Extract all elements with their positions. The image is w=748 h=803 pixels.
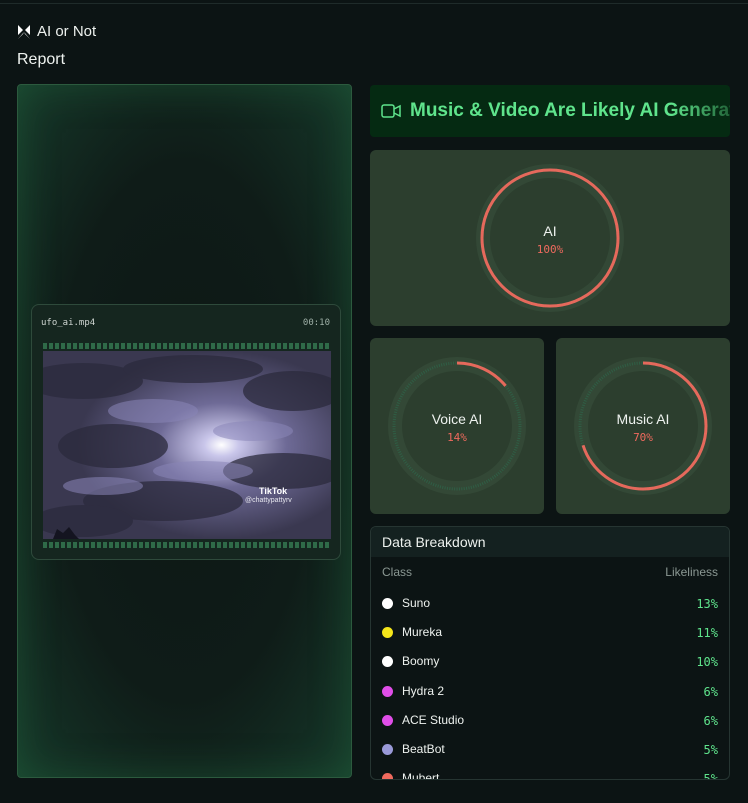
- breakdown-rows: Suno 13% Mureka 11% Boomy 10% Hydra 2 6% ACE Stu…: [371, 587, 729, 780]
- music-ai-gauge-label: Music AI: [616, 411, 670, 427]
- tiktok-watermark-logo: TikTok: [259, 486, 288, 496]
- table-row: ACE Studio 6%: [371, 704, 729, 733]
- class-name: Suno: [402, 596, 431, 610]
- video-duration: 00:10: [302, 318, 330, 328]
- breakdown-title: Data Breakdown: [371, 527, 729, 557]
- breakdown-column-headers: Class Likeliness: [371, 557, 729, 587]
- class-name: Mubert: [402, 771, 440, 780]
- class-likeliness: 6%: [703, 713, 718, 728]
- cloudy-sky-image: [43, 351, 331, 539]
- class-color-dot: [382, 714, 393, 726]
- column-class: Class: [382, 565, 413, 579]
- video-camera-icon: [381, 104, 401, 118]
- music-ai-gauge-value: 70%: [633, 431, 653, 444]
- ai-gauge-value: 100%: [536, 243, 564, 256]
- class-name: BeatBot: [402, 741, 445, 756]
- class-name: Mureka: [402, 625, 443, 640]
- media-preview-panel: ufo_ai.mp4 00:10 TikTok @chattypattyrv: [17, 84, 352, 778]
- ai-gauge-label: AI: [543, 223, 557, 239]
- verdict-text: Music & Video Are Likely AI Generated: [410, 100, 730, 121]
- column-likeliness: Likeliness: [665, 565, 718, 579]
- data-breakdown-table[interactable]: Data Breakdown Class Likeliness Suno 13% M…: [370, 526, 730, 780]
- class-likeliness: 5%: [703, 772, 718, 780]
- page-title: Report: [17, 51, 66, 68]
- class-likeliness: 6%: [703, 684, 718, 699]
- voice-ai-score-card: Voice AI 14%: [370, 338, 544, 514]
- table-row: Boomy 10%: [371, 645, 729, 674]
- video-card[interactable]: ufo_ai.mp4 00:10 TikTok @chattypattyrv: [31, 304, 341, 560]
- table-row: Hydra 2 6%: [371, 675, 729, 704]
- class-likeliness: 10%: [696, 655, 718, 670]
- voice-ai-gauge-value: 14%: [447, 431, 467, 444]
- class-name: Hydra 2: [402, 683, 445, 698]
- table-row: Mubert 5%: [371, 762, 729, 780]
- ai-score-card: AI 100%: [370, 150, 730, 326]
- top-divider: [0, 3, 748, 4]
- table-row: Suno 13%: [371, 587, 729, 616]
- class-color-dot: [382, 685, 393, 697]
- brand-name: AI or Not: [37, 23, 97, 40]
- music-ai-score-card: Music AI 70%: [556, 338, 730, 514]
- class-likeliness: 13%: [696, 597, 718, 611]
- class-color-dot: [382, 627, 393, 639]
- class-color-dot: [382, 743, 393, 755]
- ai-or-not-logo-icon: [18, 24, 30, 39]
- film-strip-top: [43, 343, 331, 349]
- class-likeliness: 5%: [703, 742, 718, 757]
- tiktok-watermark-handle: @chattypattyrv: [245, 497, 292, 504]
- class-name: ACE Studio: [402, 712, 465, 727]
- voice-ai-gauge-label: Voice AI: [431, 411, 483, 427]
- class-likeliness: 11%: [696, 626, 718, 641]
- class-color-dot: [382, 598, 393, 609]
- film-strip-bottom: [43, 542, 331, 548]
- class-name: Boomy: [402, 654, 440, 669]
- class-color-dot: [382, 656, 393, 668]
- table-row: Mureka 11%: [371, 616, 729, 645]
- video-thumbnail[interactable]: TikTok @chattypattyrv: [43, 351, 331, 539]
- brand[interactable]: AI or Not: [17, 23, 96, 40]
- file-name: ufo_ai.mp4: [41, 318, 96, 328]
- verdict-banner: Music & Video Are Likely AI Generated: [370, 85, 730, 137]
- class-color-dot: [382, 773, 393, 779]
- table-row: BeatBot 5%: [371, 733, 729, 762]
